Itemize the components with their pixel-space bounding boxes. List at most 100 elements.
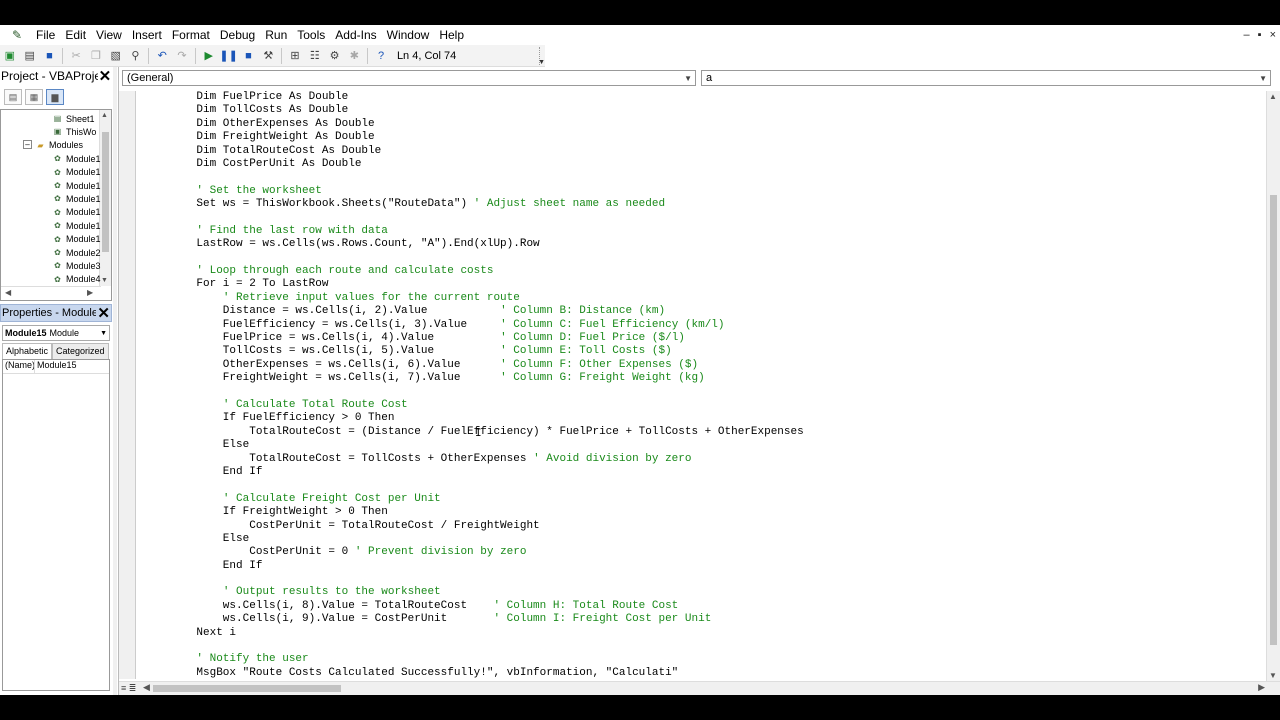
- tree-item[interactable]: ✿ Module2: [51, 246, 100, 259]
- code-line[interactable]: Dim OtherExpenses As Double: [170, 118, 804, 131]
- menu-view[interactable]: View: [92, 25, 126, 45]
- code-line[interactable]: TotalRouteCost = TollCosts + OtherExpens…: [170, 453, 804, 466]
- code-line[interactable]: FuelEfficiency = ws.Cells(i, 3).Value ' …: [170, 319, 804, 332]
- code-line[interactable]: Distance = ws.Cells(i, 2).Value ' Column…: [170, 305, 804, 318]
- tree-item[interactable]: ✿ Module1: [51, 233, 100, 246]
- menu-debug[interactable]: Debug: [216, 25, 259, 45]
- code-line[interactable]: CostPerUnit = TotalRouteCost / FreightWe…: [170, 520, 804, 533]
- view-code-icon[interactable]: ▤: [4, 89, 22, 105]
- code-line[interactable]: Dim FreightWeight As Double: [170, 131, 804, 144]
- code-line[interactable]: FreightWeight = ws.Cells(i, 7).Value ' C…: [170, 372, 804, 385]
- code-line[interactable]: ws.Cells(i, 9).Value = CostPerUnit ' Col…: [170, 613, 804, 626]
- code-line[interactable]: [170, 479, 804, 492]
- code-line[interactable]: ' Retrieve input values for the current …: [170, 292, 804, 305]
- tree-horizontal-scrollbar[interactable]: ◀ ▶: [1, 286, 101, 300]
- code-line[interactable]: FuelPrice = ws.Cells(i, 4).Value ' Colum…: [170, 332, 804, 345]
- menu-run[interactable]: Run: [261, 25, 291, 45]
- property-row[interactable]: (Name) Module15: [3, 360, 109, 374]
- object-browser-icon[interactable]: ⚙: [326, 47, 344, 65]
- scroll-up-icon[interactable]: ▲: [101, 112, 108, 119]
- minimize-icon[interactable]: –: [1244, 29, 1250, 41]
- tree-item[interactable]: ✿ Module1: [51, 166, 100, 179]
- code-line[interactable]: End If: [170, 560, 804, 573]
- scroll-down-icon[interactable]: ▼: [1269, 671, 1277, 680]
- code-line[interactable]: TotalRouteCost = (Distance / FuelEfficie…: [170, 426, 804, 439]
- tree-item[interactable]: ▰ Modules: [34, 139, 83, 152]
- copy-icon[interactable]: ❐: [87, 47, 105, 65]
- menu-help[interactable]: Help: [435, 25, 468, 45]
- code-line[interactable]: [170, 212, 804, 225]
- code-line[interactable]: ws.Cells(i, 8).Value = TotalRouteCost ' …: [170, 600, 804, 613]
- find-icon[interactable]: ⚲: [127, 47, 145, 65]
- code-line[interactable]: ' Find the last row with data: [170, 225, 804, 238]
- code-line[interactable]: [170, 386, 804, 399]
- code-line[interactable]: MsgBox "Route Costs Calculated Successfu…: [170, 667, 804, 679]
- scroll-up-icon[interactable]: ▲: [1269, 92, 1277, 101]
- tree-item[interactable]: ✿ Module3: [51, 259, 100, 272]
- code-line[interactable]: Dim TotalRouteCost As Double: [170, 145, 804, 158]
- code-line[interactable]: If FuelEfficiency > 0 Then: [170, 412, 804, 425]
- code-line[interactable]: ' Calculate Freight Cost per Unit: [170, 493, 804, 506]
- vba-app-icon[interactable]: ✎: [8, 27, 26, 43]
- code-line[interactable]: TollCosts = ws.Cells(i, 5).Value ' Colum…: [170, 345, 804, 358]
- scroll-right-icon[interactable]: ▶: [87, 288, 93, 297]
- code-line[interactable]: ' Set the worksheet: [170, 185, 804, 198]
- code-line[interactable]: For i = 2 To LastRow: [170, 278, 804, 291]
- tree-item[interactable]: ▤ Sheet1: [51, 112, 95, 125]
- tree-item[interactable]: ✿ Module1: [51, 179, 100, 192]
- property-value[interactable]: Module15: [35, 360, 77, 373]
- code-editor[interactable]: Dim FuelPrice As Double Dim TollCosts As…: [119, 91, 1267, 679]
- code-line[interactable]: LastRow = ws.Cells(ws.Rows.Count, "A").E…: [170, 238, 804, 251]
- break-icon[interactable]: ❚❚: [219, 47, 237, 65]
- code-line[interactable]: End If: [170, 466, 804, 479]
- redo-icon[interactable]: ↷: [173, 47, 191, 65]
- code-line[interactable]: Dim FuelPrice As Double: [170, 91, 804, 104]
- margin-indicator-bar[interactable]: [119, 91, 136, 679]
- save-icon[interactable]: ■: [41, 47, 59, 65]
- toolbox-icon[interactable]: ✱: [345, 47, 363, 65]
- menu-tools[interactable]: Tools: [293, 25, 329, 45]
- menu-addins[interactable]: Add-Ins: [331, 25, 380, 45]
- tree-item[interactable]: ✿ Module1: [51, 219, 100, 232]
- code-line[interactable]: Set ws = ThisWorkbook.Sheets("RouteData"…: [170, 198, 804, 211]
- code-line[interactable]: Dim TollCosts As Double: [170, 104, 804, 117]
- project-explorer-icon[interactable]: ⊞: [286, 47, 304, 65]
- tree-vertical-scrollbar[interactable]: ▲ ▼: [99, 110, 111, 286]
- code-line[interactable]: Next i: [170, 627, 804, 640]
- code-line[interactable]: ' Loop through each route and calculate …: [170, 265, 804, 278]
- properties-window-icon[interactable]: ☷: [306, 47, 324, 65]
- code-line[interactable]: If FreightWeight > 0 Then: [170, 506, 804, 519]
- undo-icon[interactable]: ↶: [153, 47, 171, 65]
- tree-item[interactable]: ✿ Module4: [51, 273, 100, 286]
- view-excel-icon[interactable]: ▣: [1, 47, 19, 65]
- design-mode-icon[interactable]: ⚒: [259, 47, 277, 65]
- menu-insert[interactable]: Insert: [128, 25, 166, 45]
- tab-categorized[interactable]: Categorized: [52, 343, 109, 359]
- view-mode-icon[interactable]: ≡ ≣: [121, 683, 136, 694]
- insert-module-icon[interactable]: ▤: [21, 47, 39, 65]
- toolbar-options-icon[interactable]: ▼: [538, 59, 545, 66]
- view-object-icon[interactable]: ▦: [25, 89, 43, 105]
- tree-item[interactable]: ▣ ThisWo: [51, 125, 97, 138]
- object-select[interactable]: Module15 Module ▼: [2, 325, 110, 341]
- code-line[interactable]: [170, 171, 804, 184]
- code-vertical-scrollbar[interactable]: ▲ ▼: [1266, 91, 1280, 681]
- code-line[interactable]: ' Calculate Total Route Cost: [170, 399, 804, 412]
- code-line[interactable]: Else: [170, 439, 804, 452]
- code-line[interactable]: ' Notify the user: [170, 653, 804, 666]
- close-icon[interactable]: ✕: [98, 67, 112, 85]
- menu-format[interactable]: Format: [168, 25, 214, 45]
- scroll-down-icon[interactable]: ▼: [101, 277, 108, 284]
- pane-splitter[interactable]: [113, 67, 117, 695]
- tree-item[interactable]: ✿ Module1: [51, 206, 100, 219]
- code-line[interactable]: [170, 573, 804, 586]
- code-line[interactable]: CostPerUnit = 0 ' Prevent division by ze…: [170, 546, 804, 559]
- paste-icon[interactable]: ▧: [107, 47, 125, 65]
- code-line[interactable]: [170, 640, 804, 653]
- collapse-icon[interactable]: –: [23, 140, 32, 149]
- tab-alphabetic[interactable]: Alphabetic: [2, 343, 53, 359]
- tree-item[interactable]: ✿ Module1: [51, 192, 100, 205]
- code-line[interactable]: ' Output results to the worksheet: [170, 586, 804, 599]
- menu-edit[interactable]: Edit: [61, 25, 90, 45]
- tree-item[interactable]: ✿ Module1: [51, 152, 100, 165]
